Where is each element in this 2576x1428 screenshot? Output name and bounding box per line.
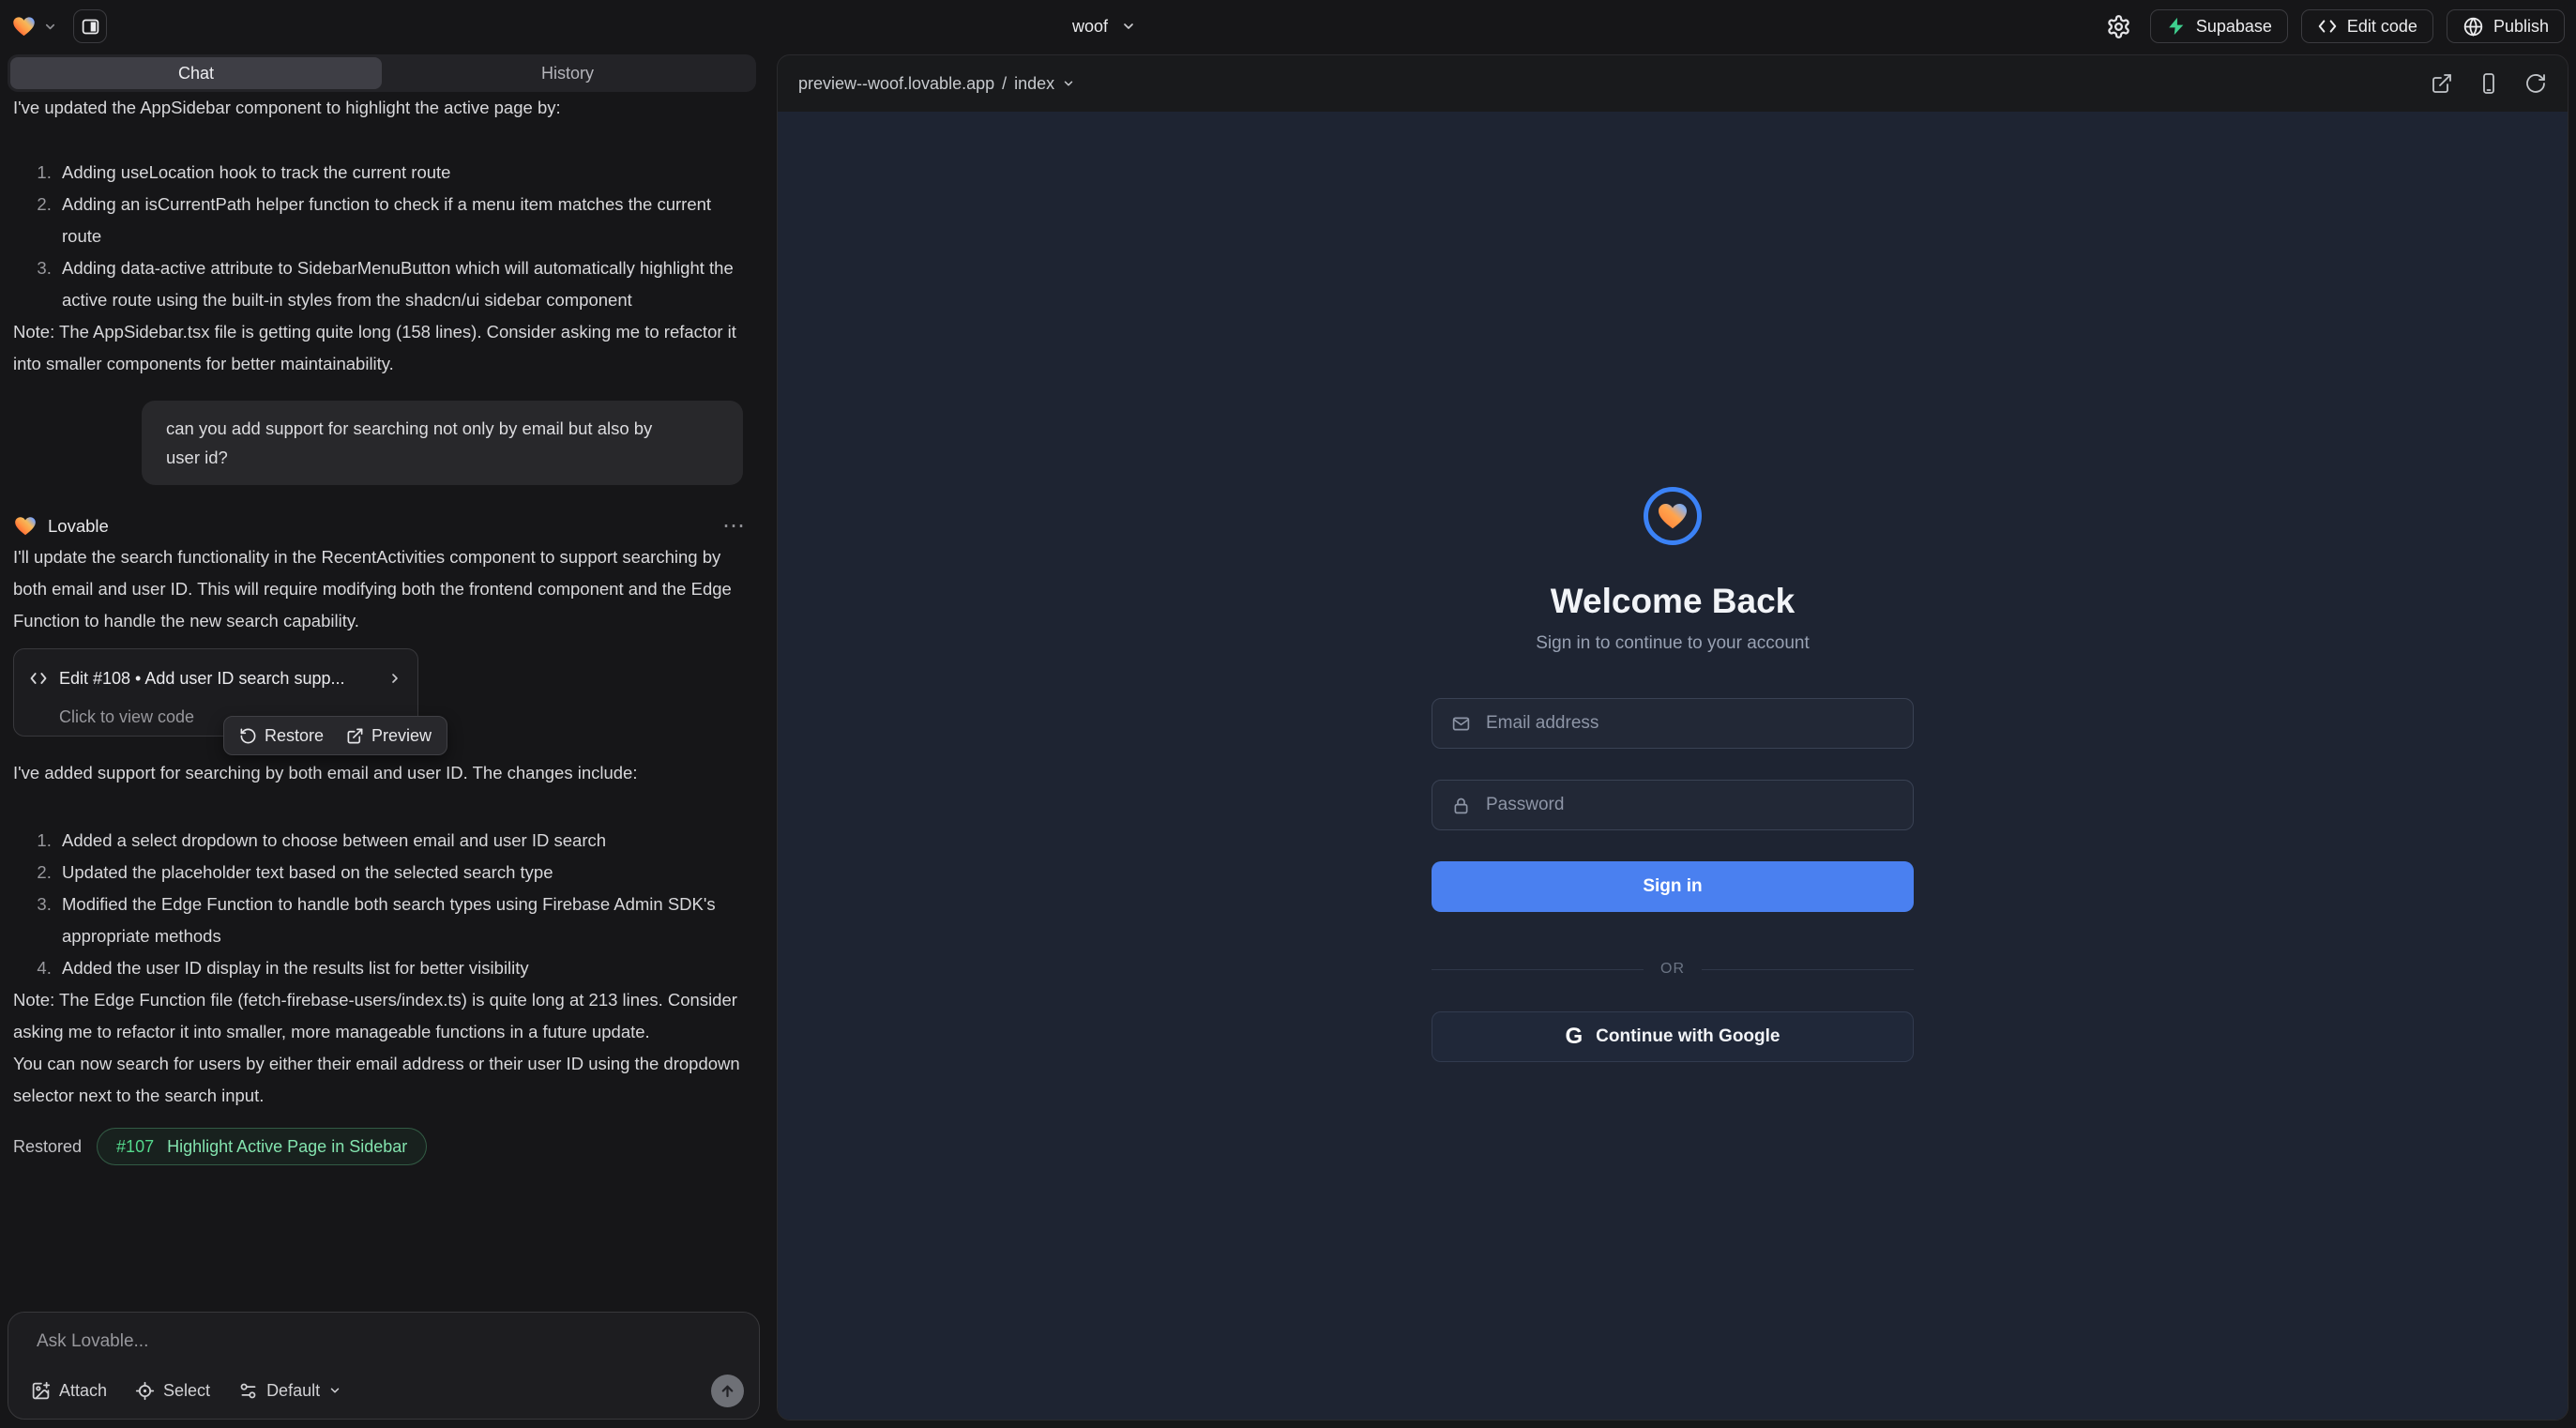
preview-page: index: [1014, 74, 1054, 94]
app-logo: [1644, 487, 1702, 545]
composer: Attach Select Default: [8, 1312, 760, 1420]
chevron-down-icon: [1062, 77, 1075, 90]
preview-url-breadcrumb[interactable]: preview--woof.lovable.app / index: [798, 74, 1075, 94]
open-in-new-window-icon[interactable]: [2431, 72, 2453, 95]
refresh-icon[interactable]: [2524, 72, 2547, 95]
chat-mode-dropdown[interactable]: Default: [238, 1381, 341, 1401]
assistant-note: Note: The AppSidebar.tsx file is getting…: [13, 316, 752, 380]
list-item: Added the user ID display in the results…: [56, 952, 752, 984]
heart-logo-icon: [1656, 501, 1690, 532]
locate-icon: [135, 1381, 155, 1401]
page-subtitle: Sign in to continue to your account: [1536, 633, 1810, 654]
external-link-icon: [346, 727, 364, 745]
preview-header: preview--woof.lovable.app / index: [778, 55, 2568, 112]
arrow-up-icon: [719, 1382, 736, 1400]
sliders-icon: [238, 1381, 258, 1401]
project-name: woof: [1072, 17, 1108, 37]
preview-app: Welcome Back Sign in to continue to your…: [778, 112, 2568, 1420]
attach-button[interactable]: Attach: [31, 1381, 107, 1401]
password-field[interactable]: [1432, 780, 1914, 830]
envelope-icon: [1451, 714, 1471, 734]
image-plus-icon: [31, 1381, 51, 1401]
assistant-list: Added a select dropdown to choose betwee…: [13, 825, 752, 984]
tab-chat[interactable]: Chat: [10, 57, 382, 89]
preview-button[interactable]: Preview: [346, 720, 432, 752]
panel-right-icon: [81, 17, 100, 37]
tab-history[interactable]: History: [382, 57, 753, 89]
email-input[interactable]: [1484, 712, 1894, 735]
lovable-heart-icon: [13, 515, 38, 538]
sign-in-button[interactable]: Sign in: [1432, 861, 1914, 912]
assistant-message: I've added support for searching by both…: [13, 757, 752, 789]
send-button[interactable]: [711, 1375, 744, 1407]
code-icon: [29, 669, 48, 688]
chevron-down-icon: [328, 1384, 341, 1397]
edit-code-button[interactable]: Edit code: [2301, 9, 2433, 43]
assistant-list: Adding useLocation hook to track the cur…: [13, 157, 752, 316]
settings-button[interactable]: [2101, 8, 2137, 44]
preview-panel: preview--woof.lovable.app / index Welcom…: [777, 54, 2568, 1420]
publish-button[interactable]: Publish: [2447, 9, 2565, 43]
lovable-logo-icon[interactable]: [11, 15, 37, 38]
supabase-button[interactable]: Supabase: [2150, 9, 2288, 43]
code-icon: [2317, 16, 2338, 37]
assistant-name: Lovable: [48, 510, 109, 542]
user-message-bubble: can you add support for searching not on…: [142, 401, 743, 485]
path-separator: /: [1002, 74, 1007, 94]
chat-panel: Chat History I've updated the AppSidebar…: [0, 53, 765, 1428]
top-bar: woof Supabase Edit code Publish: [0, 0, 2576, 53]
edit-actions-toolbar: Restore Preview: [223, 716, 447, 755]
edit-card-area: Edit #108 • Add user ID search supp... C…: [13, 648, 752, 757]
password-input[interactable]: [1484, 794, 1894, 816]
page-title: Welcome Back: [1551, 581, 1796, 622]
lovable-app: woof Supabase Edit code Publish Chat: [0, 0, 2576, 1428]
project-menu[interactable]: woof: [1072, 0, 1136, 53]
message-menu-button[interactable]: ⋯: [722, 510, 747, 542]
assistant-message: You can now search for users by either t…: [13, 1048, 752, 1112]
restore-button[interactable]: Restore: [239, 720, 324, 752]
restored-label: Restored: [13, 1131, 82, 1162]
continue-with-google-button[interactable]: G Continue with Google: [1432, 1011, 1914, 1062]
chevron-down-icon: [1121, 19, 1136, 34]
restored-version-badge[interactable]: #107 Highlight Active Page in Sidebar: [97, 1128, 427, 1165]
edit-card-title: Edit #108 • Add user ID search supp...: [59, 662, 376, 694]
preview-domain: preview--woof.lovable.app: [798, 74, 994, 94]
gear-icon: [2106, 14, 2131, 39]
restore-icon: [239, 727, 257, 745]
chat-history-tabs: Chat History: [8, 54, 756, 92]
chevron-right-icon: [387, 671, 402, 686]
list-item: Updated the placeholder text based on th…: [56, 857, 752, 889]
list-item: Adding useLocation hook to track the cur…: [56, 157, 752, 189]
list-item: Adding an isCurrentPath helper function …: [56, 189, 752, 252]
select-element-button[interactable]: Select: [135, 1381, 210, 1401]
assistant-note: Note: The Edge Function file (fetch-fire…: [13, 984, 752, 1048]
list-item: Modified the Edge Function to handle bot…: [56, 889, 752, 952]
assistant-message: I've updated the AppSidebar component to…: [13, 92, 752, 124]
lock-icon: [1451, 796, 1471, 815]
or-label: OR: [1660, 961, 1685, 978]
supabase-icon: [2166, 16, 2187, 37]
chevron-down-icon[interactable]: [43, 20, 57, 34]
or-divider: OR: [1432, 961, 1914, 978]
list-item: Added a select dropdown to choose betwee…: [56, 825, 752, 857]
assistant-header: Lovable ⋯: [13, 511, 752, 541]
chat-messages: I've updated the AppSidebar component to…: [0, 92, 765, 1312]
assistant-message: I'll update the search functionality in …: [13, 541, 752, 637]
google-g-icon: G: [1566, 1024, 1583, 1050]
composer-input[interactable]: [35, 1329, 733, 1367]
mobile-view-icon[interactable]: [2478, 72, 2500, 95]
restored-row: Restored #107 Highlight Active Page in S…: [13, 1128, 752, 1165]
globe-icon: [2462, 16, 2484, 38]
toggle-sidebar-button[interactable]: [73, 9, 107, 43]
email-field[interactable]: [1432, 698, 1914, 749]
list-item: Adding data-active attribute to SidebarM…: [56, 252, 752, 316]
